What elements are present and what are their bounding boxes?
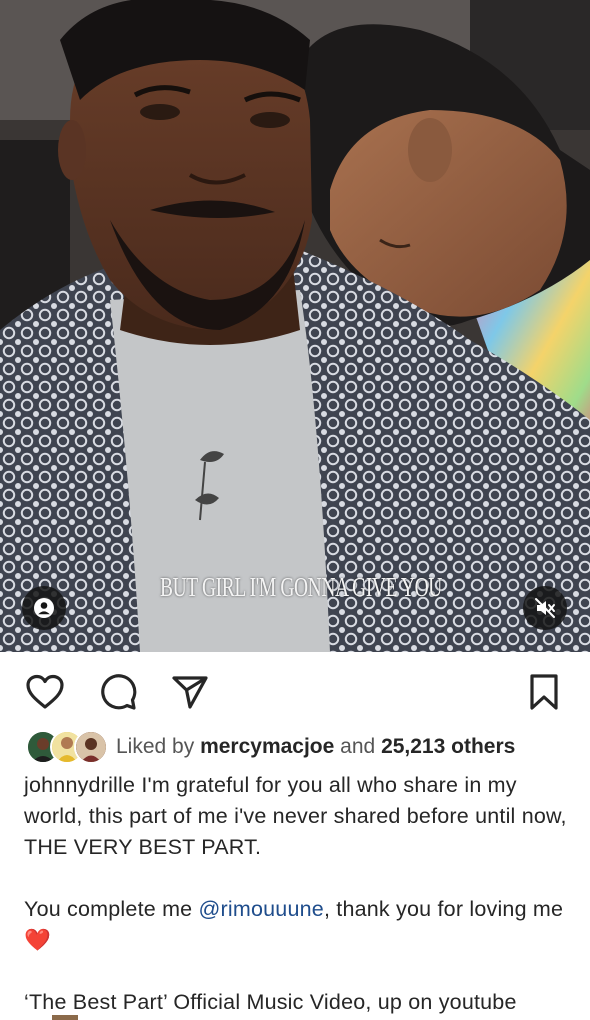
likes-count[interactable]: 25,213 others	[381, 735, 515, 759]
caption-paragraph: You complete me @rimouuune, thank you fo…	[24, 894, 572, 956]
paper-plane-icon	[172, 676, 208, 709]
mention-link[interactable]: @rimouuune	[199, 897, 324, 921]
post-caption: johnnydrille I'm grateful for you all wh…	[24, 770, 572, 1018]
instagram-post: BUT GIRL I'M GONNA GIVE YOU Liked by mer…	[0, 0, 590, 1020]
likes-summary[interactable]: Liked by mercymacjoe and 25,213 others	[26, 730, 515, 764]
post-action-bar	[0, 662, 590, 718]
caption-text: ‘The Best Part’ Official Music Video, up…	[24, 990, 517, 1014]
comment-button[interactable]	[96, 670, 140, 714]
comment-bubble-icon	[101, 674, 137, 710]
like-button[interactable]	[23, 670, 67, 714]
avatar	[74, 730, 108, 764]
caption-paragraph: johnnydrille I'm grateful for you all wh…	[24, 770, 572, 863]
person-tag-icon	[34, 598, 54, 618]
caption-text: You complete me	[24, 897, 199, 921]
post-video[interactable]: BUT GIRL I'M GONNA GIVE YOU	[0, 0, 590, 652]
video-lyric-overlay: BUT GIRL I'M GONNA GIVE YOU	[160, 572, 442, 602]
bookmark-outline-icon	[530, 674, 558, 710]
share-button[interactable]	[168, 670, 212, 714]
likes-connector: and	[340, 735, 376, 758]
heart-emoji-icon: ❤️	[24, 928, 51, 952]
save-button[interactable]	[522, 670, 566, 714]
liker-username[interactable]: mercymacjoe	[200, 735, 334, 759]
caption-author[interactable]: johnnydrille	[24, 773, 135, 797]
tagged-people-button[interactable]	[22, 586, 66, 630]
likes-prefix: Liked by	[116, 735, 195, 758]
video-frame-illustration	[0, 0, 590, 652]
mute-toggle-button[interactable]	[523, 586, 567, 630]
caption-paragraph: ‘The Best Part’ Official Music Video, up…	[24, 987, 572, 1018]
caption-text: , thank you for loving me	[323, 897, 564, 921]
liker-avatars	[26, 730, 108, 764]
emoji-partial-icon	[52, 1015, 78, 1020]
heart-outline-icon	[26, 674, 64, 709]
speaker-muted-icon	[535, 598, 555, 618]
